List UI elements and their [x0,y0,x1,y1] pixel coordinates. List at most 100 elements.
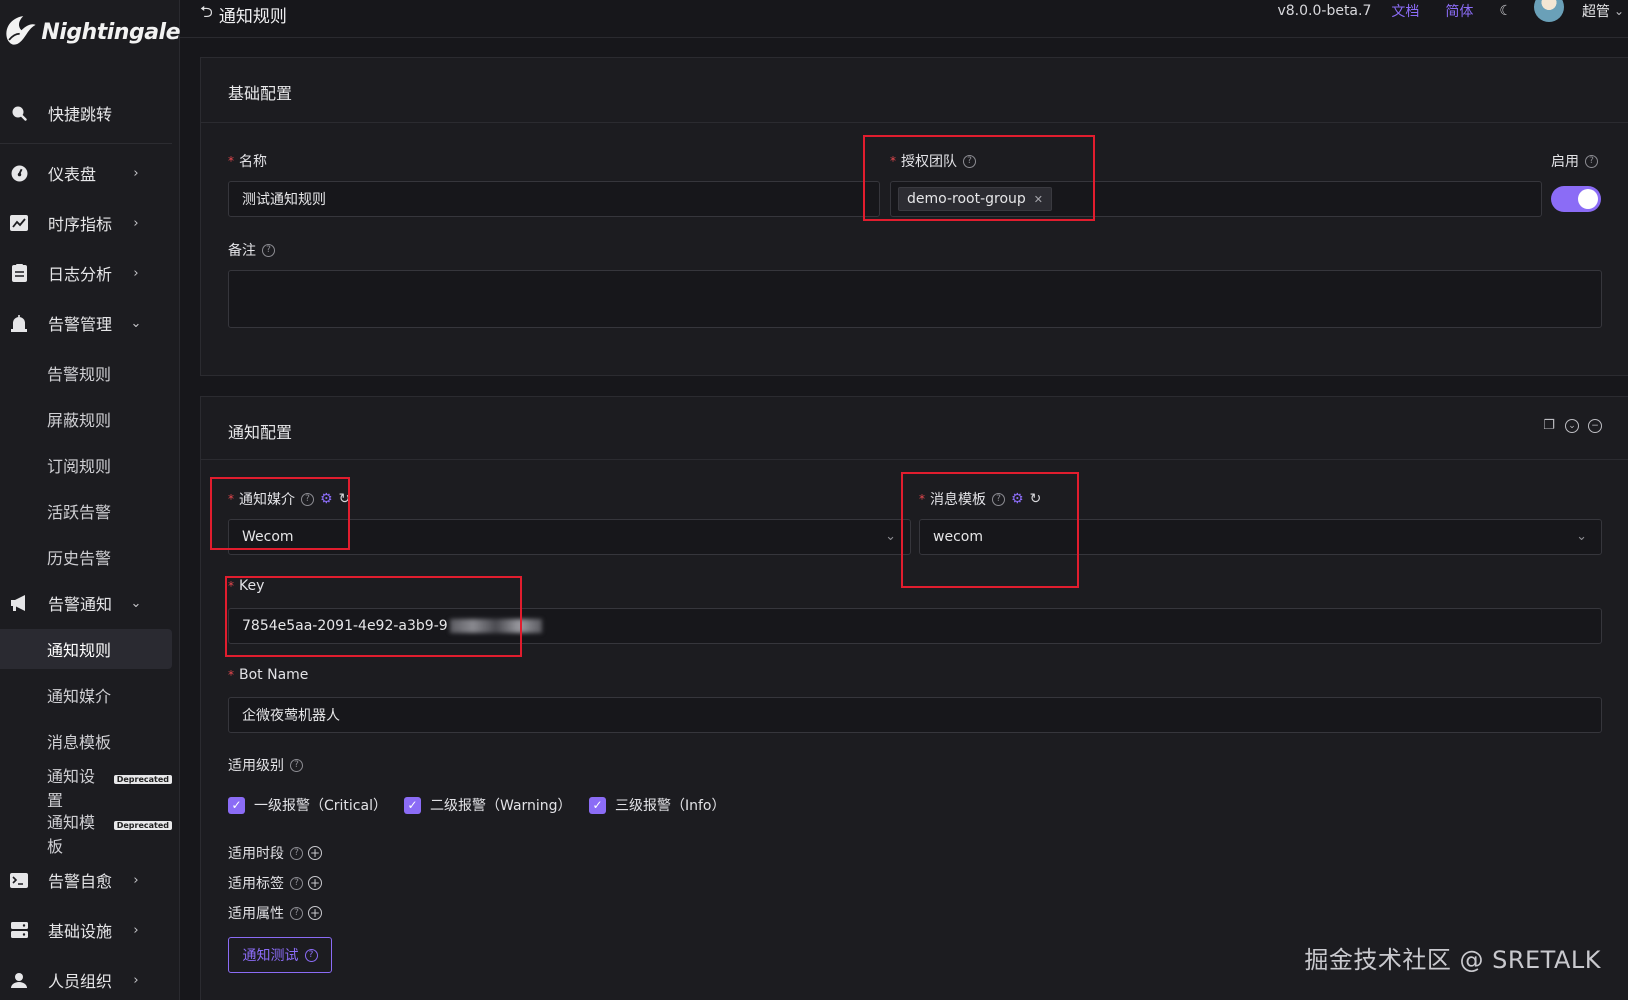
sidebar-item-active-alerts[interactable]: 活跃告警 [0,491,172,531]
chevron-right-icon: › [133,972,139,988]
collapse-down-icon[interactable]: ⌄ [1565,419,1579,433]
remark-textarea[interactable] [228,270,1602,328]
sidebar-item-label: 告警通知 [48,595,113,614]
name-label: * 名称 [228,151,267,171]
language-switch[interactable]: 简体 [1445,1,1473,21]
chevron-down-icon: ⌄ [130,595,142,611]
card-actions: ❐ ⌄ − [1542,419,1602,433]
sidebar-item-notify-media[interactable]: 通知媒介 [0,675,172,715]
add-circle-icon[interactable]: + [308,876,322,890]
button-label: 通知测试 [242,948,299,964]
chevron-right-icon: › [133,265,139,281]
sidebar-item-label: 告警自愈 [48,872,113,891]
enable-toggle[interactable] [1551,186,1601,212]
chevron-right-icon: › [133,215,139,231]
search-icon [9,103,29,123]
enable-label: 启用 ? [1551,151,1598,171]
sidebar-item-quick-jump[interactable]: 快捷跳转 [0,93,172,133]
input-value: 测试通知规则 [242,192,326,208]
sidebar-item-notify-rules[interactable]: 通知规则 [0,629,172,669]
level-critical-checkbox[interactable]: ✓ 一级报警（Critical） [228,795,387,815]
sidebar-item-logs[interactable]: 日志分析 › [0,253,172,293]
nightingale-bird-icon [6,16,36,45]
sidebar-divider [0,143,172,144]
card-header: 通知配置 ❐ ⌄ − [201,397,1628,460]
level-info-checkbox[interactable]: ✓ 三级报警（Info） [589,795,726,815]
sidebar-item-label: 屏蔽规则 [47,411,112,430]
sidebar-item-label: 日志分析 [48,265,113,284]
chevron-down-icon: ⌄ [1576,529,1587,544]
sidebar-item-label: 快捷跳转 [48,105,113,124]
bot-name-input[interactable]: 企微夜莺机器人 [228,697,1602,733]
label-text: Bot Name [239,667,309,683]
chevron-right-icon: › [133,872,139,888]
help-icon[interactable]: ? [262,243,275,257]
highlight-box-key [225,576,522,657]
remove-circle-icon[interactable]: − [1588,419,1602,433]
highlight-box-media [210,477,350,550]
sidebar-item-metrics[interactable]: 时序指标 › [0,203,172,243]
sidebar-item-label: 通知模板 [47,813,96,856]
sidebar-item-alert-management[interactable]: 告警管理 ⌄ [0,303,172,343]
chevron-down-icon[interactable]: ⌄ [1614,4,1624,18]
help-icon[interactable]: ? [290,758,303,772]
label-text: 适用标签 [228,876,284,892]
sidebar-item-infrastructure[interactable]: 基础设施 › [0,910,172,950]
help-icon[interactable]: ? [290,876,303,890]
deprecated-badge: Deprecated [113,774,172,784]
sidebar-item-history-alerts[interactable]: 历史告警 [0,537,172,577]
help-icon[interactable]: ? [290,906,303,920]
sidebar-item-label: 告警规则 [47,365,112,384]
server-icon [9,920,29,940]
sidebar-item-subscribe-rules[interactable]: 订阅规则 [0,445,172,485]
checkbox-label: 二级报警（Warning） [430,798,572,814]
required-asterisk: * [228,154,234,168]
section-title: 通知配置 [228,423,293,442]
copy-icon[interactable]: ❐ [1542,419,1556,433]
logo[interactable]: Nightingale [0,6,180,58]
checkmark-icon: ✓ [228,796,245,814]
docs-link[interactable]: 文档 [1391,1,1419,21]
sidebar-item-label: 订阅规则 [47,457,112,476]
sidebar-item-notify-settings[interactable]: 通知设置 Deprecated [0,767,172,810]
watermark: 掘金技术社区 @ SRETALK [1304,946,1601,974]
checkmark-icon: ✓ [589,796,606,814]
sidebar-item-label: 基础设施 [48,922,113,941]
deprecated-badge: Deprecated [113,820,172,830]
back-arrow-icon[interactable]: ⮌ [200,1,213,28]
help-icon: ? [304,948,318,962]
avatar[interactable] [1533,0,1564,22]
remark-label: 备注 ? [228,240,275,260]
sidebar-item-dashboard[interactable]: 仪表盘 › [0,153,172,193]
name-input[interactable]: 测试通知规则 [228,181,880,217]
help-icon[interactable]: ? [1585,154,1598,168]
sidebar-item-notify-templates[interactable]: 通知模板 Deprecated [0,813,172,856]
chevron-down-icon: ⌄ [130,315,142,331]
help-icon[interactable]: ? [290,846,303,860]
toggle-knob [1578,189,1598,209]
chevron-right-icon: › [133,922,139,938]
level-warning-checkbox[interactable]: ✓ 二级报警（Warning） [404,795,572,815]
sidebar-item-mute-rules[interactable]: 屏蔽规则 [0,399,172,439]
sidebar-item-label: 活跃告警 [47,503,112,522]
sidebar-item-alert-rules[interactable]: 告警规则 [0,353,172,393]
highlight-box-team [863,135,1095,221]
card-header: 基础配置 [201,58,1628,123]
dark-mode-moon-icon[interactable]: ☾ [1499,3,1512,19]
sidebar-item-label: 通知媒介 [47,687,112,706]
sidebar-item-people[interactable]: 人员组织 › [0,960,172,1000]
add-circle-icon[interactable]: + [308,846,322,860]
sidebar: Nightingale 快捷跳转 仪表盘 › 时序指标 › 日志分析 › 告警管… [0,0,180,1000]
period-label: 适用时段 ? + [228,843,322,863]
sidebar-item-self-healing[interactable]: 告警自愈 › [0,860,172,900]
sidebar-item-message-templates[interactable]: 消息模板 [0,721,172,761]
sidebar-item-alert-notify[interactable]: 告警通知 ⌄ [0,583,172,623]
notify-test-button[interactable]: 通知测试 ? [228,937,332,973]
user-name[interactable]: 超管 [1582,1,1610,21]
log-file-icon [9,263,29,283]
line-chart-icon [9,213,29,233]
sidebar-item-label: 历史告警 [47,549,112,568]
checkbox-label: 三级报警（Info） [615,798,726,814]
page-title: ⮌ 通知规则 [200,1,287,28]
add-circle-icon[interactable]: + [308,906,322,920]
